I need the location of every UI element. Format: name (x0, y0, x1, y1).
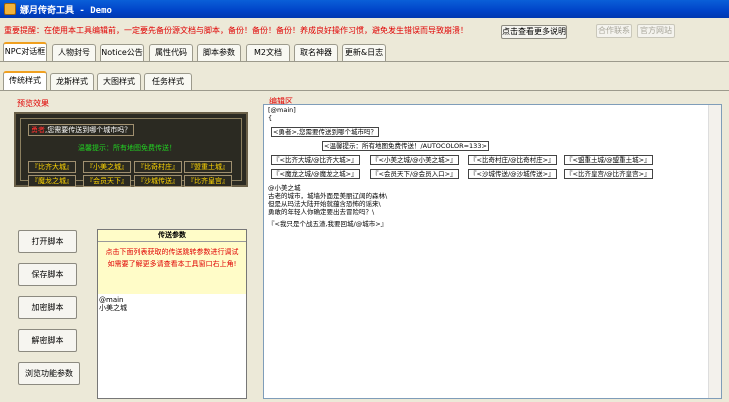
tab-name-tool[interactable]: 取名神器 (294, 44, 338, 61)
tab-quest-style[interactable]: 任务样式 (144, 73, 192, 90)
tab-bigimage-style[interactable]: 大图样式 (97, 73, 141, 90)
encrypt-script-button[interactable]: 加密脚本 (18, 296, 77, 319)
preview-option: 『比齐皇宫』 (184, 175, 232, 187)
editor-line: [@main] (268, 106, 296, 114)
editor-line: @小美之城 (268, 184, 301, 192)
preview-option: 『会员天下』 (83, 175, 131, 187)
preview-option: 『盟重土城』 (184, 161, 232, 173)
tab-changelog[interactable]: 更新&日志 (342, 44, 386, 61)
editor-line: 『<我只是个战五渣,我要回城/@城市>』 (268, 220, 388, 228)
tab-npc-dialog[interactable]: NPC对话框 (3, 42, 47, 61)
preview-option: 『小美之城』 (83, 161, 131, 173)
warning-notice: 重要提醒：在使用本工具编辑前，一定要先备份源文档与脚本，备份！备份！备份！养成良… (4, 26, 468, 35)
script-editor[interactable]: [@main] { <勇者>,您需要传送到哪个城市吗？ <温馨提示：所有地图免费… (263, 104, 722, 399)
more-info-button[interactable]: 点击查看更多说明 (501, 25, 567, 39)
preview-option: 『魔龙之城』 (28, 175, 76, 187)
open-script-button[interactable]: 打开脚本 (18, 230, 77, 253)
tab-notice[interactable]: Notice公告 (100, 44, 144, 61)
editor-line: 勇敢的年轻人你确定要出去冒险吗？\ (268, 208, 375, 216)
editor-cell: 『<比奇村庄/@比奇村庄>』 (468, 155, 557, 165)
editor-cell: 『<会员天下/@会员入口>』 (370, 169, 459, 179)
title-bar: 娜月传奇工具 - Demo (0, 0, 729, 18)
tab-m2-doc[interactable]: M2文档 (246, 44, 290, 61)
tab-script-params[interactable]: 脚本参数 (197, 44, 241, 61)
preview-hint: 温馨提示：所有地图免费传送！ (78, 144, 176, 152)
editor-scrollbar[interactable] (708, 105, 721, 398)
editor-cell: 『<盟重土城/@盟重土城>』 (564, 155, 653, 165)
editor-line: { (268, 114, 273, 122)
params-title: 传送参数 (98, 230, 246, 242)
save-script-button[interactable]: 保存脚本 (18, 263, 77, 286)
editor-cell: <勇者>,您需要传送到哪个城市吗？ (271, 127, 379, 137)
teleport-params-panel: 传送参数 点击下面列表获取的传送跳转参数进行调试 如需要了解更多请查看本工具窗口… (97, 229, 247, 399)
tab-dragon-style[interactable]: 龙斯样式 (50, 73, 94, 90)
decrypt-script-button[interactable]: 解密脚本 (18, 329, 77, 352)
tab-classic-style[interactable]: 传统样式 (3, 71, 47, 90)
app-icon (4, 3, 16, 15)
params-list[interactable]: @main 小美之城 (98, 294, 246, 314)
editor-cell: 『<比齐皇宫/@比齐皇宫>』 (564, 169, 653, 179)
preview-option: 『比齐大城』 (28, 161, 76, 173)
dialog-preview: 勇者,您需要传送到哪个城市吗？ 温馨提示：所有地图免费传送！ 『比齐大城』 『小… (14, 112, 248, 187)
preview-question-box: 勇者,您需要传送到哪个城市吗？ (28, 124, 135, 136)
tab-attr-code[interactable]: 属性代码 (149, 44, 193, 61)
preview-option: 『沙城传送』 (134, 175, 182, 187)
website-button[interactable]: 官方网站 (637, 24, 675, 38)
preview-question: ,您需要传送到哪个城市吗？ (45, 126, 132, 134)
editor-cell: 『<小美之城/@小美之城>』 (370, 155, 459, 165)
tab-title[interactable]: 人物封号 (52, 44, 96, 61)
subtab-divider (0, 90, 729, 91)
editor-cell: 『<比齐大城/@比齐大城>』 (271, 155, 360, 165)
editor-line: 但是从玛法大陆开始就蕴含恐怖的谣来\ (268, 200, 381, 208)
cooperate-button[interactable]: 合作联系 (596, 24, 632, 38)
tab-divider (0, 61, 729, 62)
editor-cell: 『<沙城传送/@沙城传送>』 (468, 169, 557, 179)
preview-name: 勇者 (31, 126, 45, 134)
preview-option: 『比奇村庄』 (134, 161, 182, 173)
window-title: 娜月传奇工具 - Demo (20, 6, 112, 16)
editor-line: 古老的城市，城墙外面是美丽辽阔的森林\ (268, 192, 388, 200)
preview-label: 预览效果 (17, 99, 49, 108)
params-note: 点击下面列表获取的传送跳转参数进行调试 如需要了解更多请查看本工具窗口右上角! (98, 242, 246, 294)
browse-params-button[interactable]: 浏览功能参数 (18, 362, 80, 385)
editor-cell: 『<魔龙之城/@魔龙之城>』 (271, 169, 360, 179)
editor-cell: <温馨提示：所有地图免费传送！/AUTOCOLOR=133> (322, 141, 489, 151)
